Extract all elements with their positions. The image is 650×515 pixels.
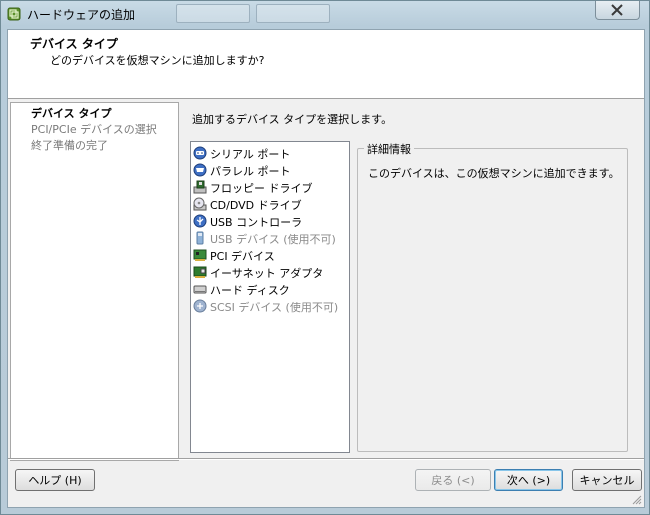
device-label: USB デバイス (使用不可) xyxy=(210,233,336,246)
help-button[interactable]: ヘルプ (H) xyxy=(15,469,95,491)
scsi-device-icon xyxy=(193,299,207,313)
device-type-list[interactable]: シリアル ポート パラレル ポート フロッピー ドライブ CD/DVD ドライブ xyxy=(190,141,350,453)
step-select-pci-device: PCI/PCIe デバイスの選択 xyxy=(31,123,157,136)
device-label: CD/DVD ドライブ xyxy=(210,199,302,212)
resize-grip-icon[interactable] xyxy=(631,494,642,505)
wizard-header: デバイス タイプ どのデバイスを仮想マシンに追加しますか? xyxy=(8,30,644,99)
close-icon xyxy=(611,4,623,16)
vsphere-icon xyxy=(7,7,21,21)
floppy-drive-icon xyxy=(193,180,207,194)
back-button[interactable]: 戻る (<) xyxy=(415,469,491,491)
device-label: ハード ディスク xyxy=(210,284,290,297)
page-title: デバイス タイプ xyxy=(30,37,118,51)
list-item-hard-disk[interactable]: ハード ディスク xyxy=(193,281,343,297)
list-item-pci-device[interactable]: PCI デバイス xyxy=(193,247,343,263)
ethernet-adapter-icon xyxy=(193,265,207,279)
cancel-button[interactable]: キャンセル xyxy=(572,469,642,491)
dialog-client-area: デバイス タイプ どのデバイスを仮想マシンに追加しますか? デバイス タイプ P… xyxy=(7,29,645,508)
hard-disk-icon xyxy=(193,282,207,296)
device-label: SCSI デバイス (使用不可) xyxy=(210,301,339,314)
cd-dvd-drive-icon xyxy=(193,197,207,211)
device-label: イーサネット アダプタ xyxy=(210,267,324,280)
details-text: このデバイスは、この仮想マシンに追加できます。 xyxy=(368,167,620,180)
usb-device-icon xyxy=(193,231,207,245)
list-item-parallel-port[interactable]: パラレル ポート xyxy=(193,162,343,178)
serial-port-icon xyxy=(193,146,207,160)
list-item-scsi-device[interactable]: SCSI デバイス (使用不可) xyxy=(193,298,343,314)
add-hardware-window: ハードウェアの追加 デバイス タイプ どのデバイスを仮想マシンに追加しますか? … xyxy=(0,0,650,515)
list-item-usb-controller[interactable]: USB コントローラ xyxy=(193,213,343,229)
background-window-ghost xyxy=(176,4,250,23)
window-title: ハードウェアの追加 xyxy=(27,8,136,22)
list-item-ethernet-adapter[interactable]: イーサネット アダプタ xyxy=(193,264,343,280)
device-label: PCI デバイス xyxy=(210,250,275,263)
step-device-type[interactable]: デバイス タイプ xyxy=(31,105,112,121)
list-item-serial-port[interactable]: シリアル ポート xyxy=(193,145,343,161)
list-item-floppy-drive[interactable]: フロッピー ドライブ xyxy=(193,179,343,195)
footer-divider xyxy=(8,458,644,460)
page-subtitle: どのデバイスを仮想マシンに追加しますか? xyxy=(50,54,265,67)
wizard-steps-panel: デバイス タイプ PCI/PCIe デバイスの選択 終了準備の完了 xyxy=(10,102,179,461)
background-window-ghost xyxy=(256,4,330,23)
device-label: パラレル ポート xyxy=(210,165,291,178)
details-legend: 詳細情報 xyxy=(364,141,414,157)
usb-controller-icon xyxy=(193,214,207,228)
parallel-port-icon xyxy=(193,163,207,177)
pci-device-icon xyxy=(193,248,207,262)
list-item-usb-device[interactable]: USB デバイス (使用不可) xyxy=(193,230,343,246)
details-groupbox xyxy=(357,148,628,452)
close-button[interactable] xyxy=(595,1,640,20)
device-label: シリアル ポート xyxy=(210,148,291,161)
title-bar[interactable]: ハードウェアの追加 xyxy=(1,1,649,27)
device-label: USB コントローラ xyxy=(210,216,303,229)
list-item-cd-dvd-drive[interactable]: CD/DVD ドライブ xyxy=(193,196,343,212)
device-label: フロッピー ドライブ xyxy=(210,182,313,195)
next-button[interactable]: 次へ (>) xyxy=(494,469,563,491)
step-ready-to-complete: 終了準備の完了 xyxy=(31,139,108,152)
device-type-prompt: 追加するデバイス タイプを選択します。 xyxy=(192,113,393,126)
